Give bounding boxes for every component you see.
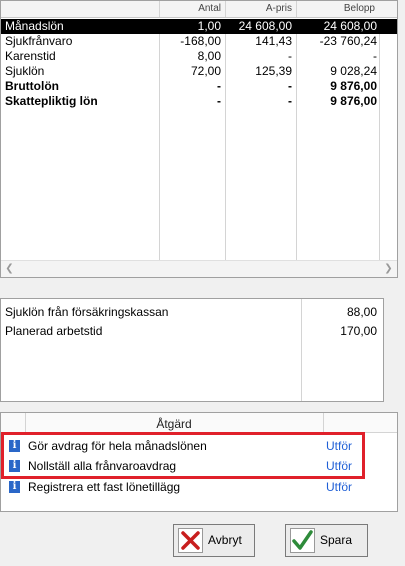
cell-antal: 72,00 <box>190 64 221 78</box>
execute-link[interactable]: Utför <box>326 477 352 497</box>
grid-header: Antal A-pris Belopp <box>1 1 397 18</box>
cell-antal: - <box>217 94 221 108</box>
table-row[interactable]: Karenstid 8,00 - - <box>1 49 397 64</box>
scroll-left-icon[interactable]: ❮ <box>1 261 18 277</box>
cell-belopp: 9 876,00 <box>330 79 377 93</box>
cell-name: Sjuklön <box>5 64 45 78</box>
summary-value: 88,00 <box>346 305 377 319</box>
cell-belopp: 24 608,00 <box>323 19 377 33</box>
cell-name: Månadslön <box>5 19 64 33</box>
table-row[interactable]: Månadslön 1,00 24 608,00 24 608,00 <box>1 19 397 34</box>
cell-antal: 1,00 <box>197 19 221 33</box>
actions-header: Åtgärd <box>1 413 397 433</box>
salary-grid: Antal A-pris Belopp Månadslön 1,00 24 60… <box>0 0 398 278</box>
cell-apris: - <box>288 79 292 93</box>
cell-antal: -168,00 <box>180 34 221 48</box>
cell-name: Karenstid <box>5 49 56 63</box>
cell-apris: 24 608,00 <box>238 19 292 33</box>
checkmark-icon <box>290 528 315 553</box>
column-header-antal[interactable]: Antal <box>159 1 225 17</box>
column-header-apris[interactable]: A-pris <box>225 1 296 17</box>
table-row[interactable]: Sjuklön 72,00 125,39 9 028,24 <box>1 64 397 79</box>
action-label: Registrera ett fast lönetillägg <box>28 480 181 494</box>
summary-label: Sjuklön från försäkringskassan <box>5 305 169 319</box>
cell-apris: - <box>288 49 292 63</box>
cancel-button-label: Avbryt <box>208 533 242 547</box>
summary-row: Planerad arbetstid 170,00 <box>5 322 377 340</box>
summary-panel: Sjuklön från försäkringskassan 88,00 Pla… <box>0 298 384 402</box>
save-button-label: Spara <box>320 533 353 547</box>
cell-name: Skattepliktig lön <box>5 94 98 108</box>
cell-apris: 125,39 <box>255 64 292 78</box>
cell-apris: - <box>288 94 292 108</box>
cell-belopp: - <box>373 49 377 63</box>
cancel-icon <box>178 528 203 553</box>
column-header-belopp[interactable]: Belopp <box>296 1 379 17</box>
horizontal-scrollbar[interactable]: ❮ ❯ <box>1 260 397 277</box>
table-row[interactable]: Sjukfrånvaro -168,00 141,43 -23 760,24 <box>1 34 397 49</box>
cell-name: Sjukfrånvaro <box>5 34 73 48</box>
info-icon: i <box>9 481 20 493</box>
cell-apris: 141,43 <box>255 34 292 48</box>
column-divider <box>323 413 324 433</box>
table-row[interactable]: Skattepliktig lön - - 9 876,00 <box>1 94 397 109</box>
save-button[interactable]: Spara <box>285 524 368 557</box>
table-row[interactable]: Bruttolön - - 9 876,00 <box>1 79 397 94</box>
cell-belopp: 9 028,24 <box>330 64 377 78</box>
grid-body: Månadslön 1,00 24 608,00 24 608,00 Sjukf… <box>1 19 397 109</box>
cell-antal: 8,00 <box>197 49 221 63</box>
highlight-box <box>1 432 365 479</box>
cancel-button[interactable]: Avbryt <box>173 524 255 557</box>
summary-value: 170,00 <box>340 324 377 338</box>
action-row: i Registrera ett fast lönetillägg Utför <box>1 477 397 497</box>
cell-antal: - <box>217 79 221 93</box>
cell-belopp: -23 760,24 <box>319 34 377 48</box>
summary-row: Sjuklön från försäkringskassan 88,00 <box>5 303 377 321</box>
scroll-right-icon[interactable]: ❯ <box>380 261 397 277</box>
summary-label: Planerad arbetstid <box>5 324 103 338</box>
cell-belopp: 9 876,00 <box>330 94 377 108</box>
cell-name: Bruttolön <box>5 79 59 93</box>
